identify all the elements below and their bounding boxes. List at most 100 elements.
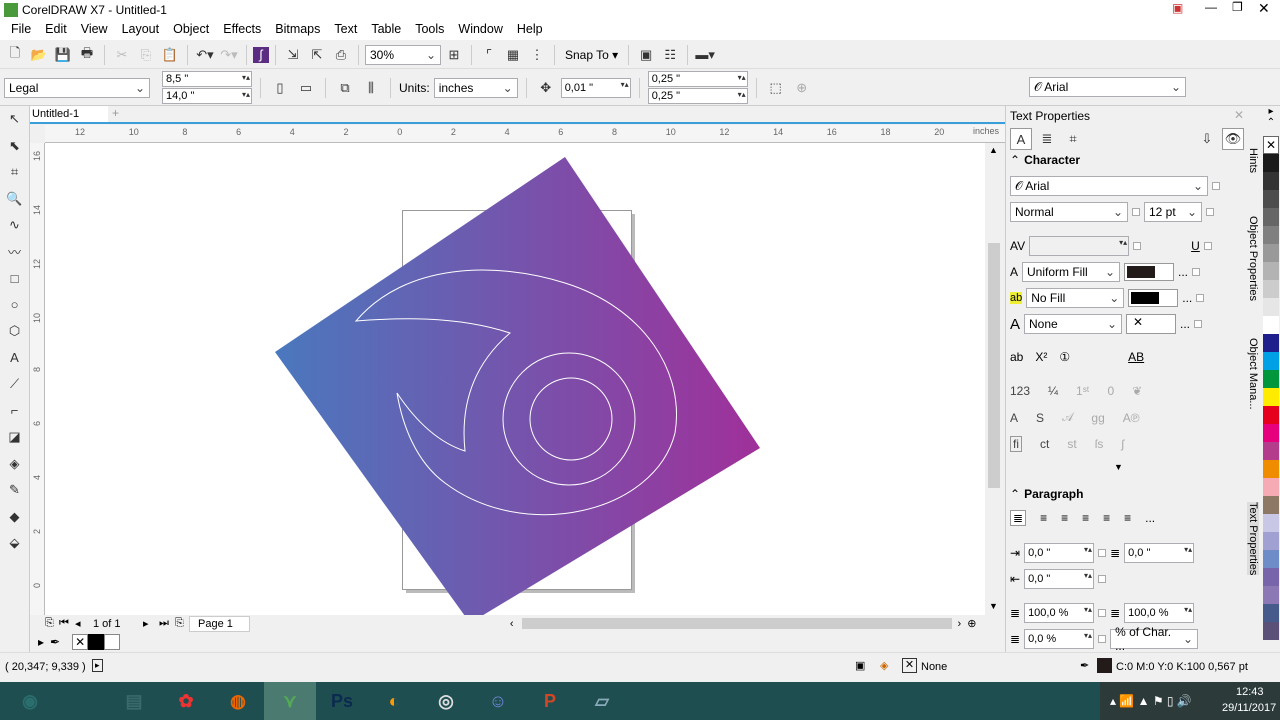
connector-tool-icon[interactable]: ⌐ — [0, 398, 29, 425]
scroll-right-icon[interactable]: › — [958, 618, 962, 630]
new-icon[interactable]: 🗋 — [4, 44, 26, 66]
menu-help[interactable]: Help — [510, 20, 550, 40]
style-check[interactable] — [1132, 208, 1140, 216]
spacing-units-select[interactable]: % of Char. ... — [1110, 625, 1199, 653]
copy-icon[interactable]: ⎘ — [135, 44, 157, 66]
left-indent-field[interactable]: 0,0 " — [1024, 543, 1095, 563]
ornaments-icon[interactable]: ❦ — [1132, 384, 1142, 398]
ligatures-icon[interactable]: ﬁ — [1010, 436, 1022, 452]
eyedropper-icon[interactable]: ✎ — [0, 477, 29, 504]
zoom-tool-icon[interactable]: 🔍 — [0, 186, 29, 213]
docker-tab-text-properties[interactable]: Text Properties — [1247, 502, 1259, 576]
color-swatch[interactable] — [1263, 280, 1279, 298]
taskbar-app-chrome[interactable]: ◎ — [420, 682, 472, 720]
color-swatch[interactable] — [1263, 406, 1279, 424]
clock-date[interactable]: 29/11/2017 — [1222, 702, 1276, 714]
paste-icon[interactable]: 📋 — [159, 44, 181, 66]
gradient-square[interactable] — [275, 157, 760, 615]
redo-icon[interactable]: ↷▾ — [218, 44, 240, 66]
line-spacing-check[interactable] — [1098, 609, 1107, 617]
rulers-icon[interactable]: ⌜ — [478, 44, 500, 66]
font-select[interactable]: 𝒪 Arial — [1029, 77, 1186, 97]
font-size-select[interactable]: 12 pt — [1144, 202, 1202, 222]
taskbar-app-internet-explorer[interactable]: e — [56, 682, 108, 720]
close-button[interactable]: ✕ — [1258, 0, 1270, 17]
discretionary-ligature-icon[interactable]: ct — [1040, 437, 1049, 451]
all-pages-icon[interactable]: ⧉ — [334, 77, 356, 99]
panel-close-icon[interactable]: ✕ — [1234, 108, 1244, 122]
numerals-icon[interactable]: 123 — [1010, 384, 1030, 398]
color-swatch[interactable] — [1263, 622, 1279, 640]
last-page-icon[interactable]: ⏭ — [159, 617, 175, 630]
bg-check[interactable] — [1196, 294, 1205, 302]
shape-tool-icon[interactable]: ⬉ — [0, 133, 29, 160]
add-page-after-icon[interactable]: ⎘ — [175, 617, 189, 630]
taskbar-app-uc-browser[interactable]: ◐ — [368, 682, 420, 720]
fractions-icon[interactable]: ¼ — [1048, 384, 1058, 398]
user-icon[interactable]: ▣ — [1172, 1, 1183, 15]
zoom-level-select[interactable]: 30% — [365, 44, 441, 65]
menu-layout[interactable]: Layout — [115, 20, 167, 40]
align-right-icon[interactable]: ≡ — [1082, 511, 1089, 525]
color-swatch[interactable] — [1263, 334, 1279, 352]
color-swatch[interactable] — [1263, 604, 1279, 622]
historical-forms-icon[interactable]: ſs — [1095, 437, 1104, 451]
color-swatch[interactable] — [1263, 532, 1279, 550]
taskbar-app-file-explorer[interactable]: ▤ — [108, 682, 160, 720]
next-page-icon[interactable]: ▸ — [143, 617, 159, 630]
color-swatch[interactable] — [1263, 208, 1279, 226]
left-indent-check[interactable] — [1098, 549, 1107, 557]
add-page-before-icon[interactable]: ⎘ — [45, 617, 59, 630]
character-tab-icon[interactable]: A — [1010, 128, 1032, 150]
crop-tool-icon[interactable]: ⌗ — [0, 159, 29, 186]
drop-shadow-icon[interactable]: ◪ — [0, 424, 29, 451]
small-caps-icon[interactable]: A — [1010, 411, 1018, 425]
taskbar-app-coreldraw[interactable]: ⋎ — [264, 682, 316, 720]
char-spacing-field[interactable]: 100,0 % — [1124, 603, 1195, 623]
palette-menu-icon[interactable]: ▸ — [38, 635, 44, 649]
treat-as-filled-icon[interactable]: ⬚ — [765, 77, 787, 99]
restore-button[interactable]: ❐ — [1232, 0, 1243, 14]
color-swatch[interactable] — [1263, 262, 1279, 280]
units-select[interactable]: inches — [433, 77, 518, 98]
smart-fill-icon[interactable]: ⬙ — [0, 530, 29, 557]
slashed-zero-icon[interactable]: 0 — [1107, 384, 1114, 398]
color-swatch[interactable] — [1263, 496, 1279, 514]
historical-ligature-icon[interactable]: st — [1067, 437, 1076, 451]
prev-page-icon[interactable]: ◂ — [75, 617, 93, 630]
preview-icon[interactable]: 👁 — [1222, 128, 1244, 150]
menu-tools[interactable]: Tools — [408, 20, 451, 40]
outline-check[interactable] — [1194, 320, 1203, 328]
new-tab-icon[interactable]: + — [112, 106, 119, 120]
palette-scroll-up-icon[interactable]: ▸ ⌃ — [1262, 106, 1280, 136]
welcome-screen-icon[interactable]: ▣ — [635, 44, 657, 66]
fill-more-button[interactable]: ... — [1178, 265, 1188, 279]
page-width-field[interactable]: 8,5 " — [162, 71, 252, 87]
color-swatch[interactable] — [1263, 172, 1279, 190]
alternates-icon[interactable]: gg — [1091, 411, 1104, 425]
taskbar-app-firefox[interactable]: ◍ — [212, 682, 264, 720]
kerning-field[interactable] — [1029, 236, 1130, 256]
freehand-tool-icon[interactable]: ∿ — [0, 212, 29, 239]
artistic-media-icon[interactable]: 〰 — [0, 239, 29, 266]
text-tool-icon[interactable]: A — [0, 345, 29, 372]
all-caps-icon[interactable]: AB — [1128, 350, 1144, 364]
application-launcher-icon[interactable]: ▬▾ — [694, 44, 716, 66]
size-check[interactable] — [1206, 208, 1214, 216]
font-style-select[interactable]: Normal — [1010, 202, 1128, 222]
rectangle-tool-icon[interactable]: □ — [0, 265, 29, 292]
space-before-check[interactable] — [1098, 635, 1107, 643]
color-swatch[interactable] — [1263, 586, 1279, 604]
horizontal-ruler[interactable]: inches 12 10 8 6 4 2 0 2 4 6 8 10 12 14 16 18 20 — [45, 125, 1005, 143]
taskbar-app-discord[interactable]: ☺ — [472, 682, 524, 720]
system-tray-icons[interactable]: ▴ 📶 ▲ ⚑ ▯ 🔊 — [1110, 694, 1192, 708]
status-expand-icon[interactable]: ▸ — [92, 659, 103, 672]
scroll-down-icon[interactable]: ▼ — [989, 601, 998, 611]
grid-icon[interactable]: ▦ — [502, 44, 524, 66]
first-line-indent-field[interactable]: 0,0 " — [1124, 543, 1195, 563]
duplicate-y-field[interactable]: 0,25 " — [647, 88, 748, 104]
add-icon[interactable]: ⊕ — [791, 77, 813, 99]
outline-select[interactable]: None — [1024, 314, 1123, 334]
menu-text[interactable]: Text — [327, 20, 364, 40]
export-icon[interactable]: ⇱ — [306, 44, 328, 66]
